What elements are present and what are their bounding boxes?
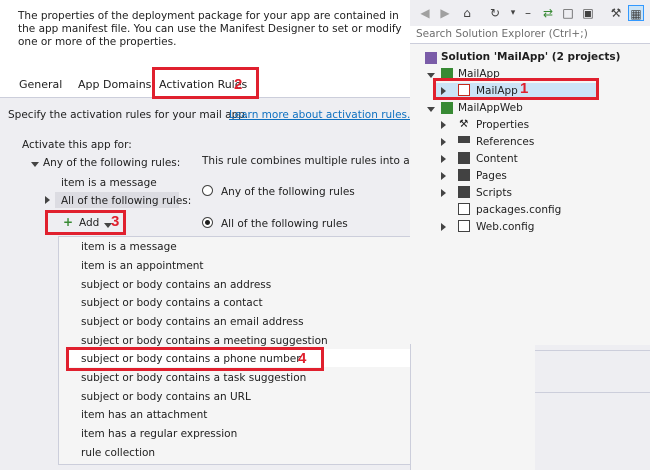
menu-item-contains-url[interactable]: subject or body contains an URL: [81, 391, 251, 403]
folder-icon: [458, 169, 470, 181]
collapse-arrow-icon[interactable]: [441, 155, 446, 163]
collapse-arrow-icon[interactable]: [441, 172, 446, 180]
panel-divider: [535, 350, 650, 351]
folder-icon: [458, 152, 470, 164]
menu-item-is-message[interactable]: item is a message: [81, 241, 177, 253]
menu-item-has-attachment[interactable]: item has an attachment: [81, 409, 207, 421]
radio-selected-dot: [205, 220, 210, 225]
expand-arrow-icon[interactable]: [427, 107, 435, 112]
radio-any-rules[interactable]: [202, 185, 213, 196]
designer-description: The properties of the deployment package…: [18, 10, 402, 48]
properties-panel: [535, 345, 650, 470]
radio-all-rules-label: All of the following rules: [221, 218, 348, 230]
annotation-box-4: [66, 347, 324, 371]
collapse-arrow-icon[interactable]: [441, 138, 446, 146]
annotation-number-3: 3: [111, 213, 120, 230]
menu-item-has-regex[interactable]: item has a regular expression: [81, 428, 237, 440]
config-file-icon: [458, 203, 470, 215]
forward-icon[interactable]: ▶: [437, 5, 453, 21]
tree-root-any-rules[interactable]: Any of the following rules:: [43, 157, 180, 169]
annotation-box-2: [152, 67, 259, 99]
collapse-arrow-icon[interactable]: [45, 196, 50, 204]
project-mailappweb[interactable]: MailAppWeb: [458, 102, 523, 114]
config-file-icon: [458, 220, 470, 232]
references-icon: [458, 136, 470, 143]
learn-more-link[interactable]: Learn more about activation rules.: [229, 109, 410, 121]
panel-divider: [535, 392, 650, 393]
tree-item-message[interactable]: item is a message: [61, 177, 157, 189]
menu-item-contains-address[interactable]: subject or body contains an address: [81, 279, 271, 291]
preview-icon[interactable]: ▦: [628, 5, 644, 21]
collapse-icon[interactable]: –: [520, 5, 536, 21]
collapse-arrow-icon[interactable]: [441, 189, 446, 197]
menu-item-contains-meeting[interactable]: subject or body contains a meeting sugge…: [81, 335, 328, 347]
web-project-icon: [441, 102, 453, 114]
annotation-box-1: [433, 78, 599, 100]
menu-item-contains-contact[interactable]: subject or body contains a contact: [81, 297, 263, 309]
history-dropdown-icon[interactable]: ▾: [505, 5, 521, 21]
back-icon[interactable]: ◀: [417, 5, 433, 21]
activate-label: Activate this app for:: [22, 139, 132, 151]
tree-item-packages-config[interactable]: packages.config: [476, 204, 561, 216]
wrench-icon: ⚒: [459, 118, 469, 130]
tree-item-scripts[interactable]: Scripts: [476, 187, 512, 199]
annotation-number-4: 4: [298, 350, 307, 367]
tree-all-rules[interactable]: All of the following rules:: [61, 195, 191, 207]
tree-item-properties[interactable]: Properties: [476, 119, 529, 131]
tree-item-references[interactable]: References: [476, 136, 534, 148]
specify-instructions: Specify the activation rules for your ma…: [8, 109, 249, 121]
home-icon[interactable]: ⌂: [459, 5, 475, 21]
menu-item-rule-collection[interactable]: rule collection: [81, 447, 155, 459]
history-icon[interactable]: ↻: [487, 5, 503, 21]
solution-icon: [425, 52, 437, 64]
annotation-number-1: 1: [520, 80, 529, 97]
menu-item-contains-task[interactable]: subject or body contains a task suggesti…: [81, 372, 306, 384]
menu-item-contains-email[interactable]: subject or body contains an email addres…: [81, 316, 304, 328]
tree-item-web-config[interactable]: Web.config: [476, 221, 534, 233]
rule-description: This rule combines multiple rules into a…: [202, 155, 410, 167]
search-placeholder: Search Solution Explorer (Ctrl+;): [416, 28, 588, 40]
collapse-arrow-icon[interactable]: [441, 223, 446, 231]
folder-icon: [458, 186, 470, 198]
tree-item-content[interactable]: Content: [476, 153, 518, 165]
annotation-number-2: 2: [234, 76, 243, 93]
wrench-icon[interactable]: ⚒: [608, 5, 624, 21]
properties-icon[interactable]: ▣: [580, 5, 596, 21]
radio-all-rules[interactable]: [202, 217, 213, 228]
tree-item-pages[interactable]: Pages: [476, 170, 507, 182]
collapse-arrow-icon[interactable]: [441, 121, 446, 129]
expand-arrow-icon[interactable]: [31, 162, 39, 167]
tab-app-domains[interactable]: App Domains: [78, 78, 151, 91]
sync-icon[interactable]: ⇄: [540, 5, 556, 21]
menu-item-is-appointment[interactable]: item is an appointment: [81, 260, 204, 272]
tab-general[interactable]: General: [19, 78, 62, 91]
show-all-files-icon[interactable]: □: [560, 5, 576, 21]
radio-any-rules-label: Any of the following rules: [221, 186, 355, 198]
solution-node[interactable]: Solution 'MailApp' (2 projects): [441, 51, 620, 63]
